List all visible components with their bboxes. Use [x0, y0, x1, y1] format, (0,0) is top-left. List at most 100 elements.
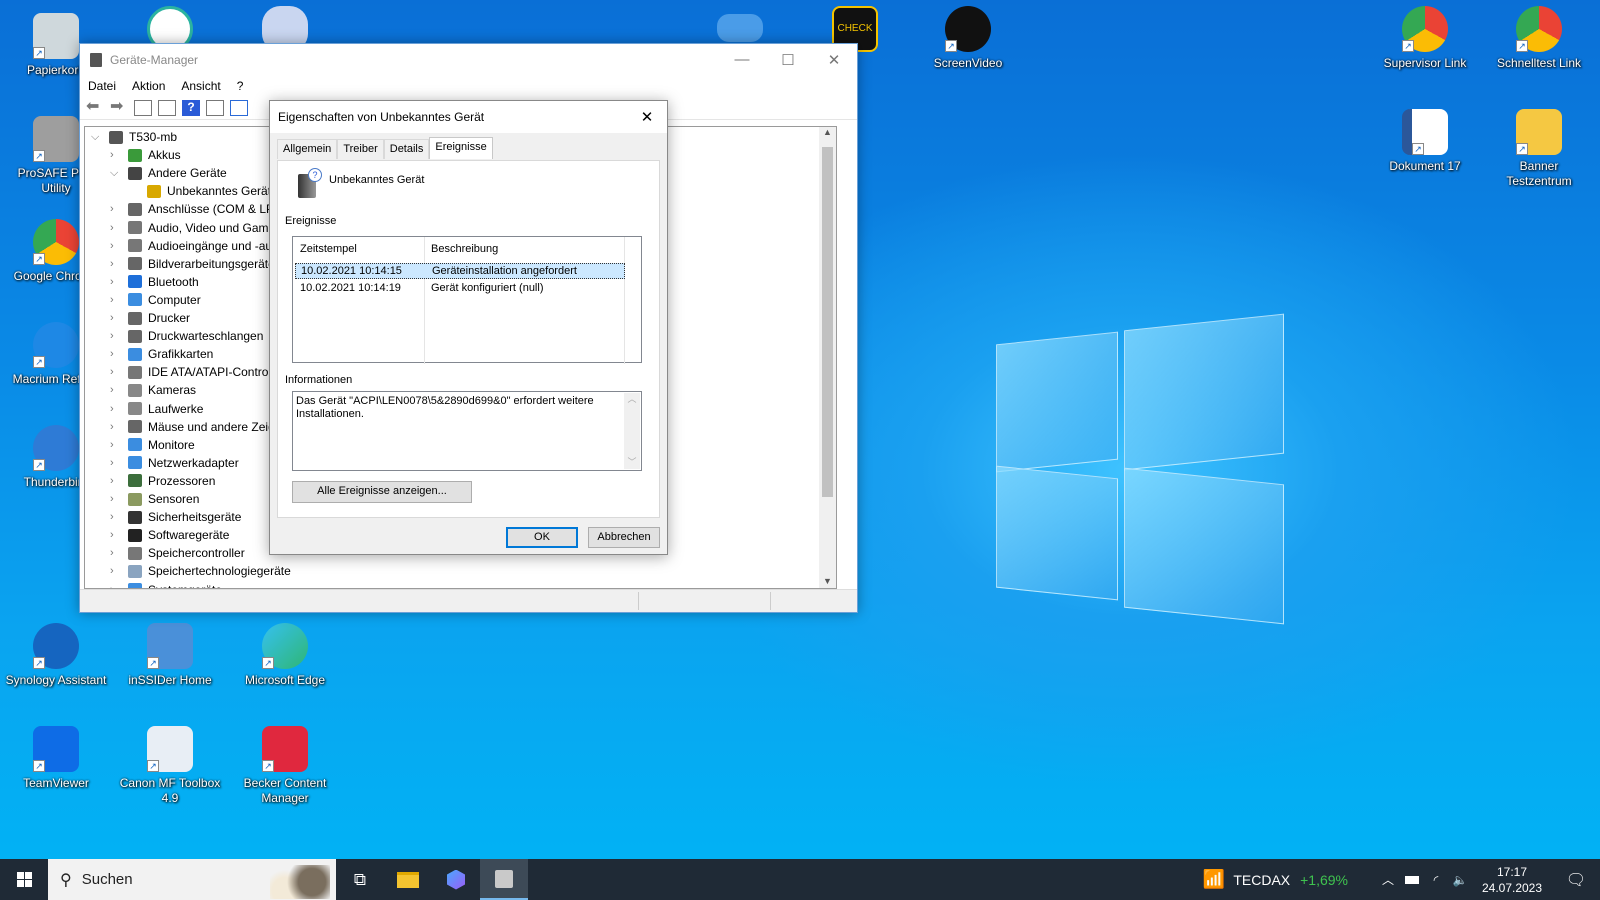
scroll-down-icon[interactable]: ▼ — [819, 576, 836, 586]
tree-item[interactable]: ⌵Andere Geräte — [110, 164, 227, 182]
desktop-icon-becker[interactable]: ↗Becker Content Manager — [233, 726, 337, 806]
menu-aktion[interactable]: Aktion — [132, 79, 174, 93]
device-manager-taskbar-button[interactable] — [480, 859, 528, 900]
tree-item[interactable]: ›Sicherheitsgeräte — [110, 508, 241, 526]
chevron-right-icon[interactable]: › — [110, 276, 124, 288]
desktop-icon-inssider[interactable]: ↗inSSIDer Home — [118, 623, 222, 688]
desktop-icon-edge[interactable]: ↗Microsoft Edge — [233, 623, 337, 688]
scan-hardware-icon[interactable] — [230, 100, 248, 116]
cancel-button[interactable]: Abbrechen — [588, 527, 660, 548]
event-row[interactable]: 10.02.2021 10:14:19 Gerät konfiguriert (… — [295, 280, 625, 296]
tree-item[interactable]: ›Drucker — [110, 309, 190, 327]
chevron-right-icon[interactable]: › — [110, 403, 124, 415]
desktop-icon-car[interactable] — [688, 14, 792, 46]
minimize-button[interactable]: — — [719, 51, 765, 69]
column-header-time[interactable]: Zeitstempel — [293, 237, 425, 364]
tree-item[interactable]: ›Systemgeräte — [110, 581, 222, 590]
tree-item[interactable]: ›IDE ATA/ATAPI-Controller — [110, 363, 284, 381]
wifi-icon[interactable]: ◜ — [1424, 873, 1448, 887]
tree-item[interactable]: ›Prozessoren — [110, 472, 215, 490]
help-icon[interactable]: ? — [182, 100, 200, 116]
tree-item[interactable]: ›Kameras — [110, 381, 196, 399]
stock-chart-icon[interactable]: 📶 — [1203, 869, 1225, 890]
start-button[interactable] — [0, 859, 48, 900]
chevron-down-icon[interactable]: ⌵ — [110, 167, 124, 180]
chevron-right-icon[interactable]: › — [110, 421, 124, 433]
scroll-thumb[interactable] — [822, 147, 833, 497]
ok-button[interactable]: OK — [506, 527, 578, 548]
volume-icon[interactable]: 🔈 — [1448, 873, 1472, 887]
chevron-right-icon[interactable]: › — [110, 348, 124, 360]
chevron-right-icon[interactable]: › — [110, 565, 124, 577]
column-header-description[interactable]: Beschreibung — [425, 237, 625, 364]
search-box[interactable]: ⚲ Suchen — [48, 859, 336, 900]
tab-details[interactable]: Details — [384, 139, 430, 159]
forward-arrow-icon[interactable]: ➡ — [110, 100, 128, 116]
tab-ereignisse[interactable]: Ereignisse — [429, 137, 492, 159]
chevron-right-icon[interactable]: › — [110, 384, 124, 396]
info-textbox[interactable]: Das Gerät "ACPI\LEN0078\5&2890d699&0" er… — [292, 391, 642, 471]
tree-item[interactable]: ›Softwaregeräte — [110, 526, 229, 544]
tree-item[interactable]: ›Monitore — [110, 436, 195, 454]
tree-item[interactable]: ›Bildverarbeitungsgeräte — [110, 255, 275, 273]
chevron-right-icon[interactable]: › — [110, 511, 124, 523]
menu-help[interactable]: ? — [237, 79, 253, 93]
tree-item[interactable]: ›Speichercontroller — [110, 544, 245, 562]
chevron-right-icon[interactable]: › — [110, 149, 124, 161]
show-all-events-button[interactable]: Alle Ereignisse anzeigen... — [292, 481, 472, 503]
tree-item[interactable]: ›Computer — [110, 291, 201, 309]
show-hide-console-tree-icon[interactable] — [134, 100, 152, 116]
tree-item[interactable]: ›Akkus — [110, 146, 181, 164]
device-manager-titlebar[interactable]: Geräte-Manager —☐✕ — [80, 44, 857, 76]
notifications-icon[interactable]: 🗨 — [1552, 870, 1600, 890]
chevron-right-icon[interactable]: › — [110, 203, 124, 215]
chevron-right-icon[interactable]: › — [110, 366, 124, 378]
chevron-right-icon[interactable]: › — [110, 294, 124, 306]
close-button[interactable]: ✕ — [811, 51, 857, 69]
desktop-icon-word-document[interactable]: ↗Dokument 17 — [1373, 109, 1477, 174]
info-scrollbar[interactable]: ︿﹀ — [624, 393, 640, 469]
desktop-icon-schnelltest-link[interactable]: ↗Schnelltest Link — [1487, 6, 1591, 71]
back-arrow-icon[interactable]: ⬅ — [86, 100, 104, 116]
scroll-up-icon[interactable]: ▲ — [819, 127, 836, 137]
battery-icon[interactable] — [1400, 876, 1424, 884]
chevron-right-icon[interactable]: › — [110, 547, 124, 559]
tree-item[interactable]: ⌵T530-mb — [91, 128, 177, 146]
chevron-right-icon[interactable]: › — [110, 222, 124, 234]
tree-item[interactable]: ›Sensoren — [110, 490, 199, 508]
chevron-right-icon[interactable]: › — [110, 258, 124, 270]
tree-item[interactable]: ›Speichertechnologiegeräte — [110, 562, 291, 580]
desktop-icon-screenvideo[interactable]: ↗ScreenVideo — [916, 6, 1020, 71]
chevron-right-icon[interactable]: › — [110, 330, 124, 342]
chevron-right-icon[interactable]: › — [110, 457, 124, 469]
chevron-right-icon[interactable]: › — [110, 529, 124, 541]
desktop-icon-synology[interactable]: ↗Synology Assistant — [4, 623, 108, 688]
event-row[interactable]: 10.02.2021 10:14:15 Geräteinstallation a… — [295, 263, 625, 279]
copilot-icon[interactable] — [432, 870, 480, 890]
tree-item[interactable]: Unbekanntes Gerät — [129, 182, 271, 200]
menu-datei[interactable]: Datei — [88, 79, 125, 93]
tab-treiber[interactable]: Treiber — [337, 139, 383, 159]
chevron-right-icon[interactable]: › — [110, 439, 124, 451]
menu-ansicht[interactable]: Ansicht — [181, 79, 229, 93]
show-hidden-icons-chevron-icon[interactable]: ︿ — [1376, 871, 1400, 888]
chevron-down-icon[interactable]: ⌵ — [91, 131, 105, 144]
tab-allgemein[interactable]: Allgemein — [277, 139, 337, 159]
chevron-right-icon[interactable]: › — [110, 493, 124, 505]
tree-scrollbar[interactable]: ▲ ▼ — [819, 127, 836, 588]
chevron-right-icon[interactable]: › — [110, 240, 124, 252]
file-explorer-icon[interactable] — [384, 872, 432, 888]
task-view-icon[interactable]: ⧉ — [336, 870, 384, 890]
tree-item[interactable]: ›Bluetooth — [110, 273, 199, 291]
desktop-icon-banner-folder[interactable]: ↗Banner Testzentrum — [1487, 109, 1591, 189]
tree-item[interactable]: ›Netzwerkadapter — [110, 454, 239, 472]
tree-item[interactable]: ›Laufwerke — [110, 400, 203, 418]
chevron-right-icon[interactable]: › — [110, 475, 124, 487]
ticker-name[interactable]: TECDAX — [1233, 872, 1290, 888]
tree-item[interactable]: ›Anschlüsse (COM & LPT) — [110, 200, 285, 218]
ticker-change[interactable]: +1,69% — [1300, 872, 1348, 888]
maximize-button[interactable]: ☐ — [765, 51, 811, 69]
desktop-icon-canon[interactable]: ↗Canon MF Toolbox 4.9 — [118, 726, 222, 806]
desktop-icon-supervisor-link[interactable]: ↗Supervisor Link — [1373, 6, 1477, 71]
tree-item[interactable]: ›Druckwarteschlangen — [110, 327, 263, 345]
